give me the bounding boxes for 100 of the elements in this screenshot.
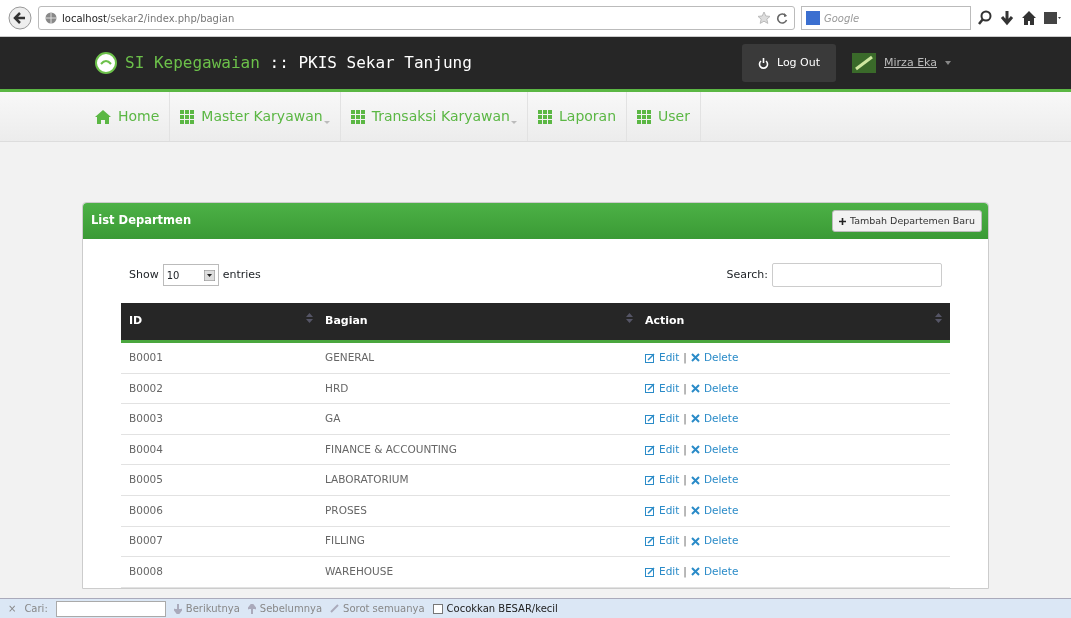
avatar-icon xyxy=(852,53,877,73)
home-icon xyxy=(95,109,111,124)
menu-icon[interactable] xyxy=(1043,10,1063,26)
grid-icon xyxy=(350,109,365,124)
edit-link[interactable]: Edit xyxy=(645,349,680,366)
column-header[interactable]: Bagian xyxy=(325,313,368,330)
edit-link[interactable]: Edit xyxy=(645,380,680,397)
nav-item[interactable]: Transaksi Karyawan xyxy=(340,92,528,141)
next-button[interactable]: Berikutnya xyxy=(173,601,240,616)
match-case-label: Cocokkan BESAR/kecil xyxy=(446,602,558,616)
nav-item[interactable]: Home xyxy=(85,92,171,141)
edit-icon xyxy=(645,475,655,486)
logout-button[interactable]: Log Out xyxy=(741,43,837,83)
plus-icon xyxy=(838,217,846,225)
edit-link[interactable]: Edit xyxy=(645,533,680,550)
edit-icon xyxy=(645,383,655,394)
back-icon[interactable] xyxy=(8,6,32,30)
search-field[interactable] xyxy=(772,263,942,287)
logo-icon xyxy=(95,52,117,74)
separator-text: | xyxy=(683,533,687,549)
close-icon xyxy=(690,414,700,424)
table-cell-text: B0004 xyxy=(128,441,164,457)
pen-icon xyxy=(330,604,340,613)
table-cell-text: FILLING xyxy=(324,533,366,549)
table-cell-text: FINANCE & ACCOUNTING xyxy=(324,441,458,457)
find-label: Cari: xyxy=(24,602,48,616)
table-cell-text: B0007 xyxy=(128,533,164,549)
entries-label: entries xyxy=(222,266,261,283)
edit-link[interactable]: Edit xyxy=(645,502,680,519)
table-cell-text: B0001 xyxy=(128,349,164,365)
edit-icon xyxy=(645,352,655,363)
edit-icon xyxy=(645,536,655,547)
home-icon[interactable] xyxy=(1021,10,1037,26)
edit-link[interactable]: Edit xyxy=(645,472,680,489)
delete-link[interactable]: Delete xyxy=(690,502,739,519)
separator-text: | xyxy=(683,441,687,458)
power-icon xyxy=(757,57,769,69)
table-cell-text: WAREHOUSE xyxy=(324,564,395,580)
close-icon xyxy=(690,567,700,577)
separator-text: | xyxy=(683,349,687,366)
delete-link[interactable]: Delete xyxy=(690,380,739,397)
delete-link[interactable]: Delete xyxy=(690,472,739,489)
edit-link[interactable]: Edit xyxy=(645,411,680,427)
table-cell-text: B0008 xyxy=(128,564,164,580)
checkbox[interactable] xyxy=(432,603,443,614)
grid-icon xyxy=(637,109,652,124)
search-label: Search: xyxy=(726,266,768,283)
edit-icon xyxy=(645,414,655,424)
nav-item[interactable]: Laporan xyxy=(528,92,628,141)
google-icon xyxy=(806,11,820,25)
table-cell-text: B0005 xyxy=(128,472,164,488)
caret-icon xyxy=(511,121,517,124)
nav-item[interactable]: Master Karyawan xyxy=(170,92,341,141)
show-label: Show xyxy=(129,266,159,283)
reload-icon[interactable] xyxy=(776,12,788,24)
close-icon xyxy=(690,475,700,485)
address-field[interactable]: localhost/sekar2/index.php/bagian xyxy=(38,6,795,30)
page-size-select[interactable]: 10 xyxy=(162,264,219,286)
caret-icon xyxy=(323,121,330,124)
separator-text: | xyxy=(683,411,687,427)
caret-icon xyxy=(945,61,951,65)
close-icon xyxy=(690,506,700,516)
nav-item[interactable]: User xyxy=(627,92,701,141)
url-text: localhost/sekar2/index.php/bagian xyxy=(62,11,235,26)
highlight-button[interactable]: Sorot semuanya xyxy=(330,601,425,616)
delete-link[interactable]: Delete xyxy=(690,441,739,458)
search-icon[interactable] xyxy=(977,10,993,26)
column-header[interactable]: Action xyxy=(645,313,685,330)
user-menu[interactable]: Mirza Eka xyxy=(852,53,951,73)
separator-text: | xyxy=(683,380,687,397)
edit-icon xyxy=(645,444,655,455)
download-icon[interactable] xyxy=(999,10,1015,26)
table-cell-text: GA xyxy=(324,411,342,427)
close-button[interactable]: × xyxy=(8,601,17,616)
star-icon[interactable] xyxy=(757,11,771,25)
panel-title: List Departmen xyxy=(91,212,192,230)
table-cell-text: GENERAL xyxy=(324,349,376,365)
down-arrow-icon xyxy=(173,603,182,614)
table-cell-text: PROSES xyxy=(324,502,368,518)
add-button[interactable]: Tambah Departemen Baru xyxy=(831,209,982,233)
find-field[interactable] xyxy=(55,600,166,617)
delete-link[interactable]: Delete xyxy=(690,411,739,427)
edit-link[interactable]: Edit xyxy=(645,564,680,580)
table-cell-text: HRD xyxy=(324,380,350,396)
column-header[interactable]: ID xyxy=(129,313,143,330)
previous-button[interactable]: Sebelumnya xyxy=(247,601,323,616)
close-icon xyxy=(690,383,700,393)
grid-icon xyxy=(538,109,552,124)
search-field[interactable]: Google xyxy=(801,6,971,30)
delete-link[interactable]: Delete xyxy=(690,349,739,366)
edit-link[interactable]: Edit xyxy=(645,441,680,458)
search-placeholder: Google xyxy=(824,11,860,26)
table-cell-text: B0006 xyxy=(128,502,164,518)
up-arrow-icon xyxy=(247,603,256,614)
delete-link[interactable]: Delete xyxy=(690,533,739,550)
delete-link[interactable]: Delete xyxy=(690,564,739,580)
edit-icon xyxy=(645,505,655,516)
grid-icon xyxy=(180,109,195,124)
separator-text: | xyxy=(683,564,687,580)
close-icon xyxy=(690,536,700,546)
